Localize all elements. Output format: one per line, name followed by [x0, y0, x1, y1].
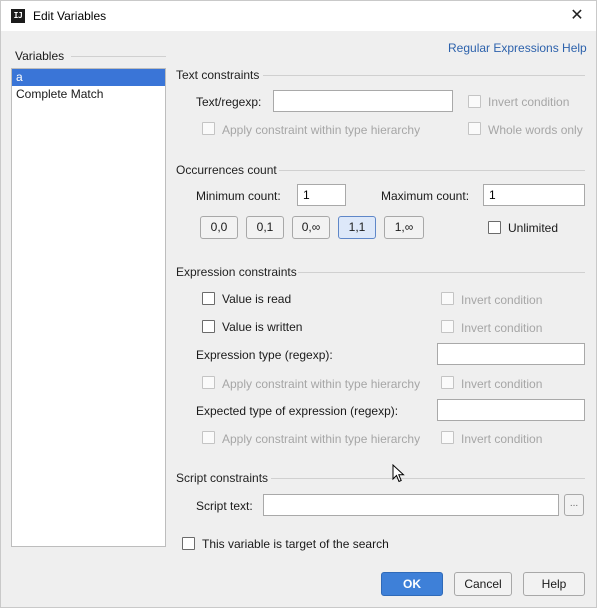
text-invert-condition-checkbox[interactable]: [468, 95, 481, 108]
whole-words-label: Whole words only: [488, 123, 583, 137]
cancel-button[interactable]: Cancel: [454, 572, 512, 596]
expected-invert-condition-label: Invert condition: [461, 432, 543, 446]
text-regexp-label: Text/regexp:: [196, 95, 262, 109]
help-button[interactable]: Help: [523, 572, 585, 596]
edit-variables-dialog: IJ Edit Variables ✕ Variables a Complete…: [0, 0, 597, 608]
expr-apply-hierarchy-checkbox[interactable]: [202, 376, 215, 389]
value-is-written-label: Value is written: [222, 320, 303, 334]
variables-header-divider: [71, 56, 166, 57]
written-invert-condition-checkbox[interactable]: [441, 320, 454, 333]
expected-apply-hierarchy-checkbox[interactable]: [202, 431, 215, 444]
mouse-cursor-icon: [392, 464, 405, 483]
max-count-input[interactable]: [483, 184, 585, 206]
variable-item-complete-match[interactable]: Complete Match: [12, 86, 165, 103]
value-is-read-label: Value is read: [222, 292, 292, 306]
target-of-search-checkbox[interactable]: [182, 537, 195, 550]
title-bar: IJ Edit Variables ✕: [1, 1, 596, 31]
expected-invert-condition-checkbox[interactable]: [441, 431, 454, 444]
min-count-label: Minimum count:: [196, 189, 281, 203]
preset-0-1-button[interactable]: 0,1: [246, 216, 284, 239]
preset-0-0-button[interactable]: 0,0: [200, 216, 238, 239]
expression-constraints-header: Expression constraints: [176, 265, 297, 279]
expression-type-label: Expression type (regexp):: [196, 348, 333, 362]
script-constraints-header: Script constraints: [176, 471, 269, 485]
expected-type-input[interactable]: [437, 399, 585, 421]
script-text-label: Script text:: [196, 499, 253, 513]
expr-apply-hierarchy-label: Apply constraint within type hierarchy: [222, 377, 421, 391]
preset-1-inf-button[interactable]: 1,∞: [384, 216, 424, 239]
text-apply-hierarchy-label: Apply constraint within type hierarchy: [222, 123, 421, 137]
preset-1-1-button[interactable]: 1,1: [338, 216, 376, 239]
text-constraints-header: Text constraints: [176, 68, 260, 82]
read-invert-condition-label: Invert condition: [461, 293, 543, 307]
close-icon[interactable]: ✕: [566, 5, 588, 27]
regex-help-link[interactable]: Regular Expressions Help: [448, 41, 587, 55]
expression-constraints-divider: [298, 272, 585, 273]
occurrences-divider: [279, 170, 585, 171]
whole-words-checkbox[interactable]: [468, 122, 481, 135]
target-of-search-label: This variable is target of the search: [202, 537, 389, 551]
expected-type-label: Expected type of expression (regexp):: [196, 404, 399, 418]
read-invert-condition-checkbox[interactable]: [441, 292, 454, 305]
expr-type-invert-condition-label: Invert condition: [461, 377, 543, 391]
min-count-input[interactable]: [297, 184, 346, 206]
occurrences-header: Occurrences count: [176, 163, 277, 177]
preset-0-inf-button[interactable]: 0,∞: [292, 216, 330, 239]
ok-button[interactable]: OK: [381, 572, 443, 596]
unlimited-checkbox[interactable]: [488, 221, 501, 234]
script-browse-button[interactable]: ...: [564, 494, 584, 516]
value-is-read-checkbox[interactable]: [202, 292, 215, 305]
variable-item-a[interactable]: a: [12, 69, 165, 86]
text-invert-condition-label: Invert condition: [488, 95, 570, 109]
expr-type-invert-condition-checkbox[interactable]: [441, 376, 454, 389]
window-title: Edit Variables: [33, 9, 107, 23]
text-apply-hierarchy-checkbox[interactable]: [202, 122, 215, 135]
script-constraints-divider: [271, 478, 585, 479]
text-regexp-input[interactable]: [273, 90, 453, 112]
intellij-app-icon: IJ: [11, 9, 25, 23]
variables-header: Variables: [15, 49, 65, 63]
expected-apply-hierarchy-label: Apply constraint within type hierarchy: [222, 432, 421, 446]
max-count-label: Maximum count:: [381, 189, 470, 203]
text-constraints-divider: [263, 75, 585, 76]
unlimited-label: Unlimited: [508, 221, 559, 235]
value-is-written-checkbox[interactable]: [202, 320, 215, 333]
expression-type-input[interactable]: [437, 343, 585, 365]
written-invert-condition-label: Invert condition: [461, 321, 543, 335]
variables-list[interactable]: a Complete Match: [11, 68, 166, 547]
script-text-input[interactable]: [263, 494, 559, 516]
